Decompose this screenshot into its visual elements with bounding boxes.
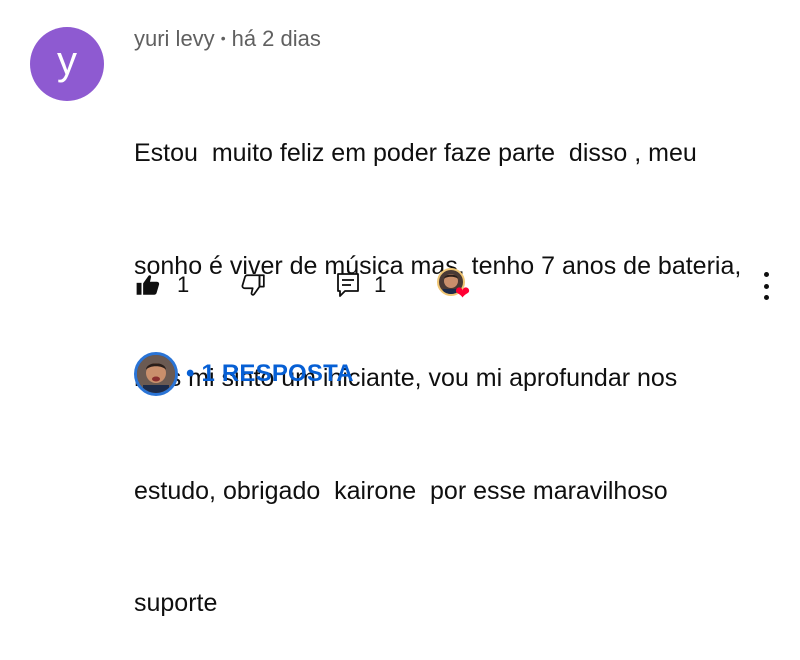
header-separator: •: [220, 30, 226, 46]
author-avatar-letter: y: [57, 39, 77, 83]
more-vertical-icon[interactable]: [756, 272, 776, 300]
more-dot: [763, 272, 769, 277]
reply-comment-icon: [336, 272, 360, 298]
more-dot: [763, 283, 769, 289]
like-button[interactable]: 1: [135, 270, 189, 300]
replier-avatar: [134, 352, 178, 396]
heart-icon: ❤: [455, 283, 471, 303]
comment-time[interactable]: há 2 dias: [232, 26, 321, 51]
thumbs-up-icon: [135, 272, 161, 298]
like-count: 1: [177, 272, 190, 297]
replies-count-link[interactable]: • 1 RESPOSTA: [186, 360, 354, 388]
author-avatar[interactable]: y: [30, 27, 104, 101]
comment-line: Estou muito feliz em poder faze parte di…: [134, 139, 697, 167]
comment-header: yuri levy • há 2 dias: [134, 26, 321, 52]
thumbs-down-icon: [240, 272, 266, 298]
author-name[interactable]: yuri levy: [134, 26, 215, 51]
reply-button[interactable]: 1: [336, 270, 386, 300]
comment-line: suporte: [134, 589, 218, 617]
comment-line: estudo, obrigado kairone por esse maravi…: [134, 476, 668, 505]
reply-count: 1: [374, 272, 387, 297]
creator-heart-badge: ❤: [437, 268, 475, 306]
more-dot: [763, 295, 769, 300]
view-replies-button[interactable]: • 1 RESPOSTA: [134, 351, 354, 397]
dislike-button[interactable]: [240, 270, 266, 300]
